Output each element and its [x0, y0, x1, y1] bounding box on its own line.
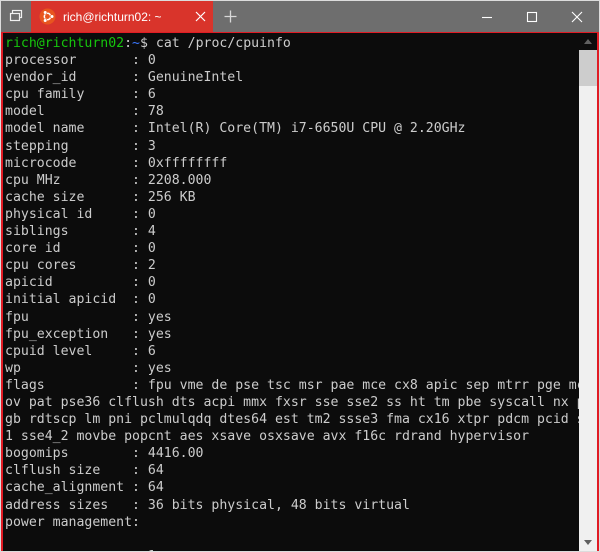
prompt-colon: : — [124, 36, 133, 51]
scroll-up-arrow — [584, 39, 592, 44]
scrollbar-thumb[interactable] — [579, 50, 597, 86]
terminal-scrollbar[interactable] — [579, 33, 599, 551]
close-tab-icon[interactable] — [187, 1, 213, 32]
prompt-user-host: rich@richturn02 — [5, 36, 125, 51]
tab-ubuntu[interactable]: rich@richturn02: ~ — [31, 1, 213, 32]
terminal-output: processor : 0 vendor_id : GenuineIntel c… — [5, 53, 579, 551]
tab-strip: rich@richturn02: ~ — [31, 1, 464, 32]
terminal-output-area[interactable]: rich@richturn02:~$ cat /proc/cpuinfo pro… — [3, 33, 579, 551]
ubuntu-icon — [39, 8, 56, 25]
terminal-window: rich@richturn02: ~ rich@richturn02:~$ ca… — [0, 0, 600, 552]
terminal-body: rich@richturn02:~$ cat /proc/cpuinfo pro… — [1, 33, 599, 551]
prompt-path: ~ — [132, 36, 140, 51]
title-bar: rich@richturn02: ~ — [1, 1, 599, 33]
new-tab-button[interactable] — [213, 1, 247, 32]
scrollbar-track[interactable] — [579, 50, 597, 534]
scroll-up-button[interactable] — [579, 33, 597, 50]
close-button[interactable] — [554, 1, 599, 32]
scroll-down-arrow — [584, 540, 592, 545]
system-menu-button[interactable] — [1, 1, 31, 32]
minimize-button[interactable] — [464, 1, 509, 32]
window-controls — [464, 1, 599, 32]
prompt-sigil: $ — [140, 36, 148, 51]
maximize-button[interactable] — [509, 1, 554, 32]
scroll-down-button[interactable] — [579, 534, 597, 551]
panes-icon — [8, 8, 25, 25]
terminal-prompt-line: rich@richturn02:~$ cat /proc/cpuinfo — [5, 35, 579, 52]
prompt-command: cat /proc/cpuinfo — [147, 36, 291, 51]
tab-title: rich@richturn02: ~ — [63, 9, 162, 24]
